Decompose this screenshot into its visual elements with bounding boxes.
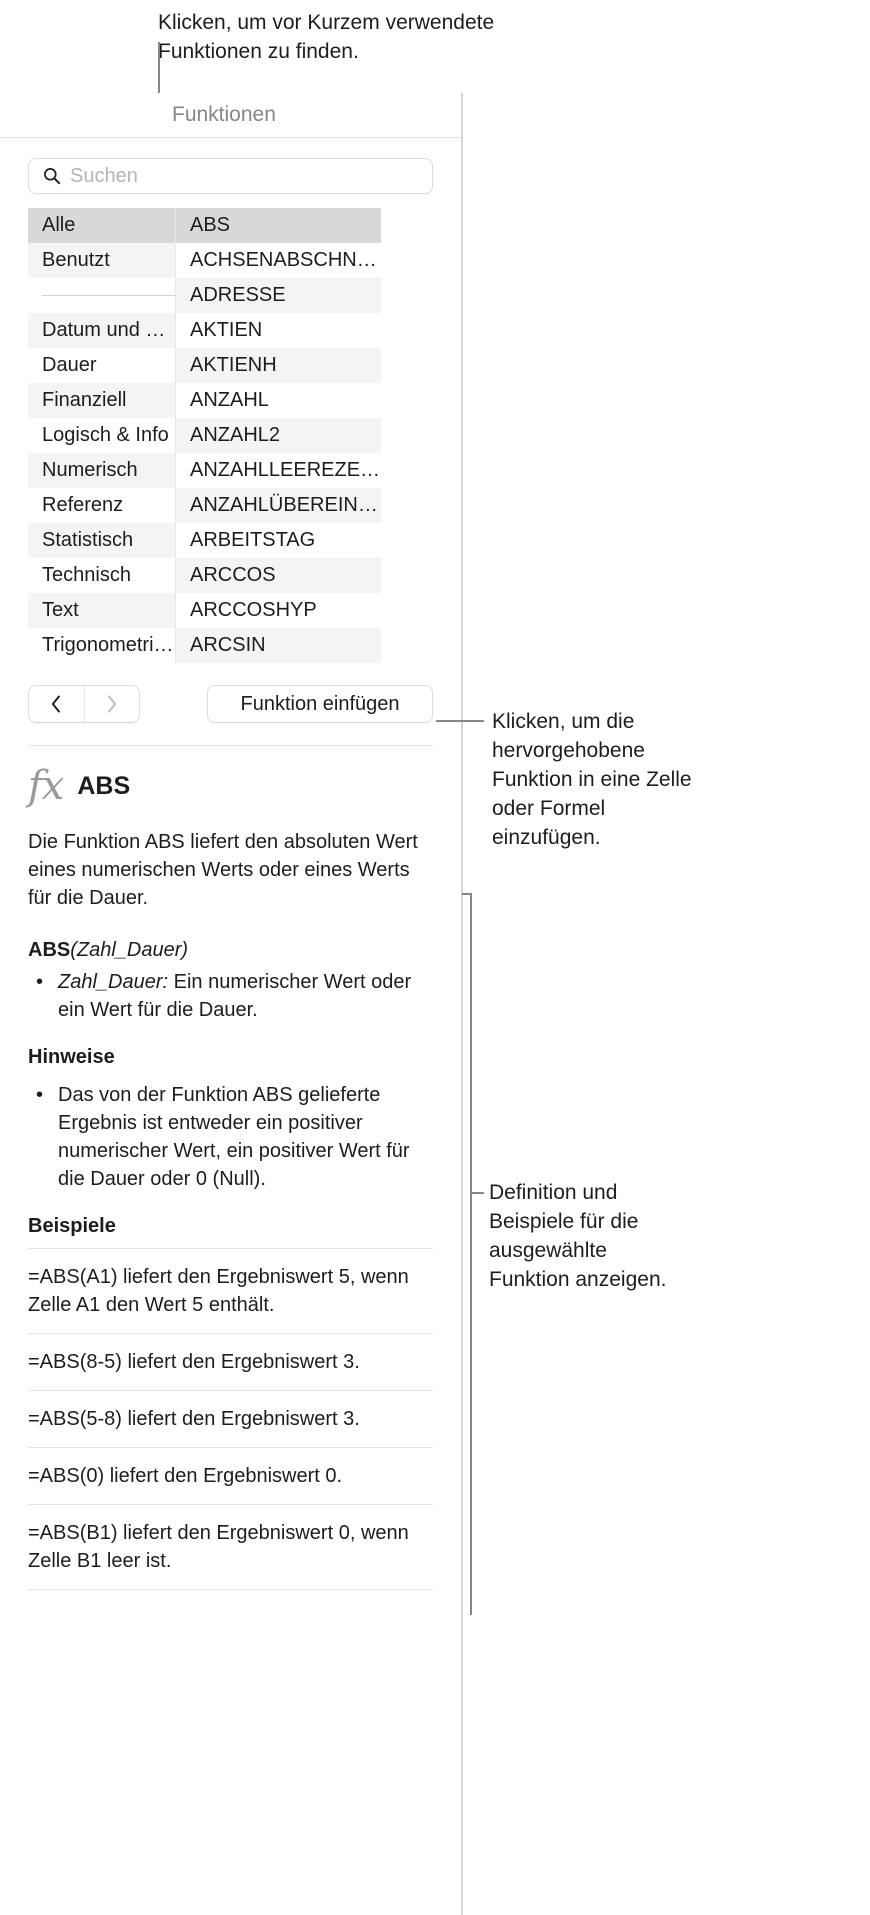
function-detail: fx ABS Die Funktion ABS liefert den abso…: [0, 746, 461, 1590]
search-row: Suchen: [0, 138, 461, 208]
examples-heading: Beispiele: [28, 1215, 116, 1237]
list-item: Zahl_Dauer: Ein numerischer Wert oder ei…: [28, 968, 433, 1024]
category-list[interactable]: Alle Benutzt Datum und Zeit Dauer Finanz…: [28, 208, 176, 663]
sidebar-item-trigonometrisch[interactable]: Trigonometrisch: [28, 628, 175, 663]
list-item: =ABS(A1) liefert den Ergebniswert 5, wen…: [28, 1248, 433, 1333]
function-label: ANZAHLLEEREZE…: [190, 459, 381, 481]
function-label: ARCCOSHYP: [190, 599, 317, 621]
panel-actions: Funktion einfügen: [28, 685, 433, 723]
sidebar-item-finanziell[interactable]: Finanziell: [28, 383, 175, 418]
insert-function-label: Funktion einfügen: [240, 692, 400, 715]
category-label: Dauer: [42, 354, 97, 376]
category-label: Text: [42, 599, 79, 621]
notes-heading: Hinweise: [28, 1046, 115, 1068]
list-item[interactable]: ARCCOSHYP: [176, 593, 381, 628]
function-label: ADRESSE: [190, 284, 286, 306]
category-label: Finanziell: [42, 389, 127, 411]
sidebar-item-statistisch[interactable]: Statistisch: [28, 523, 175, 558]
list-item: =ABS(B1) liefert den Ergebniswert 0, wen…: [28, 1504, 433, 1590]
insert-function-button[interactable]: Funktion einfügen: [207, 685, 433, 723]
list-item: =ABS(5-8) liefert den Ergebniswert 3.: [28, 1390, 433, 1447]
syntax-arguments: (Zahl_Dauer): [70, 939, 189, 961]
sidebar-item-alle[interactable]: Alle: [28, 208, 175, 243]
list-item[interactable]: AKTIENH: [176, 348, 381, 383]
examples-list: =ABS(A1) liefert den Ergebniswert 5, wen…: [28, 1248, 433, 1590]
function-list[interactable]: ABS ACHSENABSCHNI… ADRESSE AKTIEN AKTIEN…: [176, 208, 381, 663]
list-item[interactable]: ANZAHLÜBEREIN…: [176, 488, 381, 523]
function-label: ARCCOS: [190, 564, 276, 586]
function-label: ANZAHL2: [190, 424, 281, 446]
list-item[interactable]: ADRESSE: [176, 278, 381, 313]
functions-panel: Funktionen Suchen Alle Benutzt Datum und…: [0, 93, 463, 1915]
sidebar-item-datum-und-zeit[interactable]: Datum und Zeit: [28, 313, 175, 348]
callout-recent-functions: Klicken, um vor Kurzem verwendete Funkti…: [158, 11, 495, 63]
category-label: Trigonometrisch: [42, 634, 175, 656]
category-label: Referenz: [42, 494, 124, 516]
callout-insert-function: Klicken, um die hervorgehobene Funktion …: [492, 710, 692, 849]
sidebar-item-technisch[interactable]: Technisch: [28, 558, 175, 593]
category-separator: [28, 278, 175, 313]
function-label: ARBEITSTAG: [190, 529, 316, 551]
function-detail-header: fx ABS: [28, 766, 433, 806]
category-label: Technisch: [42, 564, 131, 586]
list-item[interactable]: ARCSIN: [176, 628, 381, 663]
list-item[interactable]: ANZAHL2: [176, 418, 381, 453]
function-label: AKTIEN: [190, 319, 263, 341]
leader-line-insert-button: [436, 720, 484, 722]
panel-titlebar: Funktionen: [0, 93, 461, 138]
category-label: Benutzt: [42, 249, 110, 271]
panel-title: Funktionen: [172, 103, 276, 126]
leader-bracket-detail-top: [462, 893, 472, 895]
function-label: AKTIENH: [190, 354, 277, 376]
list-item[interactable]: ANZAHLLEEREZE…: [176, 453, 381, 488]
sidebar-item-text[interactable]: Text: [28, 593, 175, 628]
search-input[interactable]: Suchen: [28, 158, 433, 194]
search-placeholder: Suchen: [70, 164, 138, 187]
argument-list: Zahl_Dauer: Ein numerischer Wert oder ei…: [28, 968, 433, 1024]
search-icon: [44, 168, 61, 185]
list-item[interactable]: ARCCOS: [176, 558, 381, 593]
page-title: ABS: [77, 771, 131, 800]
category-label: Alle: [42, 214, 76, 236]
leader-bracket-detail-vertical: [470, 893, 472, 1615]
history-nav-group: [28, 685, 140, 723]
callout-detail-area: Definition und Beispiele für die ausgewä…: [489, 1181, 667, 1291]
list-item[interactable]: AKTIEN: [176, 313, 381, 348]
category-label: Numerisch: [42, 459, 138, 481]
forward-button[interactable]: [83, 686, 140, 722]
list-item[interactable]: ABS: [176, 208, 381, 243]
list-item: =ABS(0) liefert den Ergebniswert 0.: [28, 1447, 433, 1504]
function-label: ANZAHL: [190, 389, 269, 411]
syntax-function-name: ABS: [28, 939, 71, 961]
sidebar-item-numerisch[interactable]: Numerisch: [28, 453, 175, 488]
function-label: ABS: [190, 214, 231, 236]
list-item: Das von der Funktion ABS gelieferte Erge…: [28, 1081, 433, 1193]
function-label: ARCSIN: [190, 634, 266, 656]
list-item[interactable]: ARBEITSTAG: [176, 523, 381, 558]
chevron-right-icon: [107, 695, 116, 713]
list-item: =ABS(8-5) liefert den Ergebniswert 3.: [28, 1333, 433, 1390]
list-item[interactable]: ACHSENABSCHNI…: [176, 243, 381, 278]
sidebar-item-logisch-info[interactable]: Logisch & Info: [28, 418, 175, 453]
sidebar-item-benutzt[interactable]: Benutzt: [28, 243, 175, 278]
function-label: ACHSENABSCHNI…: [190, 249, 381, 271]
leader-bracket-detail-mid: [470, 1192, 484, 1194]
category-label: Datum und Zeit: [42, 319, 175, 341]
chevron-left-icon: [52, 695, 61, 713]
sidebar-item-dauer[interactable]: Dauer: [28, 348, 175, 383]
category-label: Statistisch: [42, 529, 134, 551]
list-item[interactable]: ANZAHL: [176, 383, 381, 418]
notes-list: Das von der Funktion ABS gelieferte Erge…: [28, 1081, 433, 1193]
category-label: Logisch & Info: [42, 424, 169, 446]
argument-term: Zahl_Dauer:: [58, 971, 169, 993]
back-button[interactable]: [29, 686, 84, 722]
function-browser-lists: Alle Benutzt Datum und Zeit Dauer Finanz…: [28, 208, 433, 663]
sidebar-item-referenz[interactable]: Referenz: [28, 488, 175, 523]
fx-icon: fx: [28, 763, 64, 809]
function-description: Die Funktion ABS liefert den absoluten W…: [28, 831, 418, 909]
function-syntax: ABS(Zahl_Dauer): [28, 936, 433, 964]
function-label: ANZAHLÜBEREIN…: [190, 494, 378, 516]
